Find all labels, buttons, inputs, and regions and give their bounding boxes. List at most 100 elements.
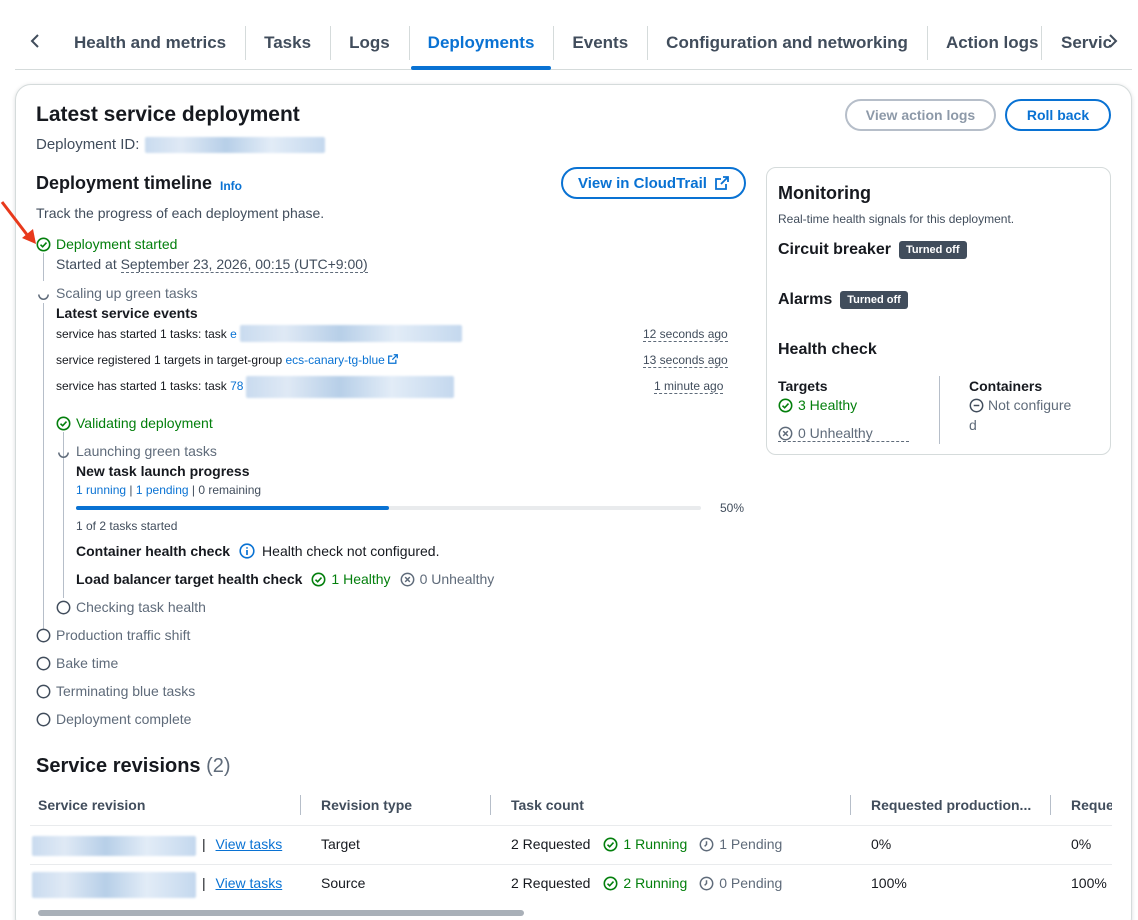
tab-health-and-metrics[interactable]: Health and metrics bbox=[55, 18, 245, 68]
container-health-check-value: Health check not configured. bbox=[262, 543, 440, 559]
circuit-breaker-label: Circuit breaker bbox=[778, 241, 891, 258]
progress-percent: 50% bbox=[720, 501, 745, 515]
tabs: Health and metrics Tasks Logs Deployment… bbox=[55, 18, 1058, 70]
task-launch-progress-bar bbox=[76, 506, 701, 510]
minus-circle-icon bbox=[969, 398, 984, 412]
info-link[interactable]: Info bbox=[220, 179, 242, 193]
tab-configuration-and-networking[interactable]: Configuration and networking bbox=[647, 18, 927, 68]
pending-circle-icon bbox=[36, 656, 51, 671]
pending-circle-icon bbox=[36, 628, 51, 643]
event-time: 1 minute ago bbox=[654, 379, 724, 394]
targets-unhealthy-value: 0 Unhealthy bbox=[798, 425, 873, 441]
targets-healthy: 3 Healthy bbox=[778, 397, 857, 413]
health-check-title: Health check bbox=[778, 341, 877, 358]
targets-label: Targets bbox=[778, 378, 828, 394]
revision-id-redacted bbox=[32, 836, 196, 856]
running-count: 1 Running bbox=[623, 836, 688, 852]
container-health-check: Container health check Health check not … bbox=[76, 543, 440, 559]
tab-bar: Health and metrics Tasks Logs Deployment… bbox=[15, 0, 1132, 70]
deployment-id-redacted bbox=[145, 136, 326, 153]
requested-production: 100% bbox=[871, 875, 907, 891]
horizontal-scrollbar[interactable] bbox=[38, 910, 524, 916]
column-header-task-count[interactable]: Task count bbox=[511, 797, 584, 813]
extra-column-value: 100% bbox=[1071, 875, 1107, 891]
task-count: 2 Requested 1 Running 1 Pending bbox=[511, 836, 782, 852]
step-bake-time: Bake time bbox=[56, 655, 119, 671]
view-tasks-link[interactable]: View tasks bbox=[216, 836, 283, 852]
column-header-revision-type[interactable]: Revision type bbox=[321, 797, 412, 813]
circuit-breaker: Circuit breaker Turned off bbox=[778, 241, 967, 259]
pending-circle-icon bbox=[56, 600, 71, 615]
alarms-badge: Turned off bbox=[840, 291, 908, 309]
containers-label: Containers bbox=[969, 378, 1043, 394]
containers-value-wrap: d bbox=[969, 417, 977, 433]
in-progress-spinner-icon bbox=[38, 294, 49, 300]
pending-link[interactable]: 1 pending bbox=[136, 483, 189, 497]
view-action-logs-button[interactable]: View action logs bbox=[845, 99, 996, 131]
success-check-icon bbox=[311, 572, 326, 586]
step-checking-task-health: Checking task health bbox=[76, 599, 206, 615]
running-count: 2 Running bbox=[623, 875, 688, 891]
table-row: | View tasks bbox=[202, 875, 282, 891]
success-check-icon bbox=[603, 876, 618, 890]
clock-icon bbox=[699, 837, 714, 851]
started-at-prefix: Started at bbox=[56, 256, 117, 272]
alarms-label: Alarms bbox=[778, 291, 833, 308]
cell-separator: | bbox=[202, 875, 206, 891]
tab-events[interactable]: Events bbox=[553, 18, 647, 68]
targets-unhealthy: 0 Unhealthy bbox=[778, 425, 909, 442]
tab-action-logs[interactable]: Action logs bbox=[926, 18, 1058, 68]
scroll-right-icon[interactable] bbox=[1101, 24, 1125, 58]
alarms: Alarms Turned off bbox=[778, 291, 908, 309]
view-in-cloudtrail-label: View in CloudTrail bbox=[578, 174, 707, 192]
event-task-link[interactable]: 78 bbox=[230, 379, 243, 393]
event-target-group-link[interactable]: ecs-canary-tg-blue bbox=[285, 353, 384, 367]
circuit-breaker-badge: Turned off bbox=[898, 241, 967, 259]
roll-back-button[interactable]: Roll back bbox=[1005, 99, 1111, 131]
revision-id-redacted bbox=[32, 872, 196, 898]
event-redacted bbox=[246, 376, 454, 398]
task-launch-counts: 1 running | 1 pending | 0 remaining bbox=[76, 483, 262, 497]
step-launching-green-tasks: Launching green tasks bbox=[76, 443, 217, 459]
event-task-link[interactable]: e bbox=[230, 327, 237, 341]
task-launch-progress-title: New task launch progress bbox=[76, 463, 250, 479]
column-header-extra[interactable]: Reque bbox=[1071, 797, 1112, 813]
tab-tasks[interactable]: Tasks bbox=[245, 18, 330, 68]
event-text: service registered 1 targets in target-g… bbox=[56, 353, 283, 367]
monitoring-subtitle: Real-time health signals for this deploy… bbox=[778, 212, 1015, 226]
tab-logs[interactable]: Logs bbox=[330, 18, 409, 68]
column-resizer[interactable] bbox=[300, 795, 301, 815]
view-in-cloudtrail-button[interactable]: View in CloudTrail bbox=[561, 167, 746, 199]
cell-separator: | bbox=[202, 836, 206, 852]
in-progress-spinner-icon bbox=[58, 452, 69, 458]
timeline-connector bbox=[43, 303, 44, 629]
step-scaling-up: Scaling up green tasks bbox=[56, 285, 198, 301]
requested-count: 2 Requested bbox=[511, 836, 591, 852]
column-header-requested-production[interactable]: Requested production... bbox=[871, 797, 1031, 813]
info-circle-icon bbox=[239, 543, 255, 559]
view-tasks-link[interactable]: View tasks bbox=[216, 875, 283, 891]
scroll-left-icon[interactable] bbox=[23, 24, 47, 58]
service-revisions-count: (2) bbox=[206, 755, 231, 777]
container-health-check-label: Container health check bbox=[76, 543, 231, 559]
column-header-service-revision[interactable]: Service revision bbox=[38, 797, 145, 813]
targets-healthy-value: 3 Healthy bbox=[798, 397, 858, 413]
pending-count: 1 Pending bbox=[719, 836, 783, 852]
lb-health-check-label: Load balancer target health check bbox=[76, 571, 303, 587]
remaining-count: 0 remaining bbox=[198, 483, 262, 497]
requested-count: 2 Requested bbox=[511, 875, 591, 891]
lb-healthy: 1 Healthy bbox=[331, 571, 391, 587]
running-link[interactable]: 1 running bbox=[76, 483, 126, 497]
service-revisions-label: Service revisions bbox=[36, 755, 201, 777]
started-at-time: September 23, 2026, 00:15 (UTC+9:00) bbox=[120, 256, 368, 273]
step-deployment-started: Deployment started bbox=[56, 236, 178, 252]
latest-deployment-title: Latest service deployment bbox=[36, 103, 300, 126]
column-resizer[interactable] bbox=[490, 795, 491, 815]
event-text: service has started 1 tasks: task bbox=[56, 327, 227, 341]
tab-deployments[interactable]: Deployments bbox=[408, 18, 554, 70]
success-check-icon bbox=[36, 237, 51, 252]
column-resizer[interactable] bbox=[1050, 795, 1051, 815]
column-resizer[interactable] bbox=[850, 795, 851, 815]
lb-health-check: Load balancer target health check 1 Heal… bbox=[76, 571, 494, 587]
success-check-icon bbox=[778, 398, 793, 412]
